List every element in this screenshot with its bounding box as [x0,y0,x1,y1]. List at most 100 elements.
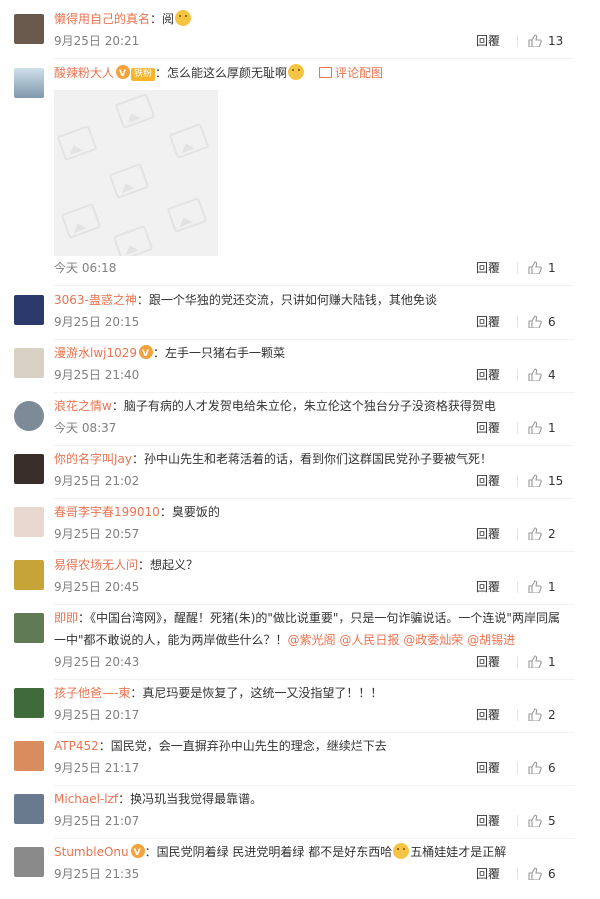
comment-time: 9月25日 21:35 [54,867,140,881]
fan-badge: 铁粉 [131,68,156,81]
like-button[interactable]: 6 [528,759,574,777]
comment-text: ：想起义？ [138,558,199,572]
like-count: 1 [548,261,556,275]
like-count: 6 [548,867,556,881]
comment-time: 9月25日 20:17 [54,708,140,722]
username[interactable]: 春哥李宇春199010 [54,505,160,519]
divider [517,528,518,540]
avatar[interactable] [14,688,44,718]
mention-link[interactable]: @胡锡进 [467,633,515,647]
like-count: 1 [548,580,556,594]
like-button[interactable]: 13 [528,32,574,50]
username[interactable]: 漫游水lwj1029 [54,346,137,360]
like-button[interactable]: 2 [528,525,574,543]
comment-text-continued: 五桶娃娃才是正解 [410,845,507,859]
thumbs-up-icon [528,315,542,328]
like-count: 1 [548,421,556,435]
avatar[interactable] [14,507,44,537]
username[interactable]: 孩子他爸—-東 [54,686,130,700]
comment-time: 9月25日 21:02 [54,474,140,488]
username[interactable]: StumbleOnu [54,845,129,859]
comment-text: ：国民党阴着绿 民进党明着绿 都不是好东西哈 [144,845,393,859]
avatar[interactable] [14,454,44,484]
reply-button[interactable]: 回覆 [476,706,500,724]
like-count: 6 [548,761,556,775]
username[interactable]: ATP452 [54,739,99,753]
like-button[interactable]: 5 [528,812,574,830]
vip-badge-icon [139,345,154,362]
avatar[interactable] [14,348,44,378]
username[interactable]: 3063-蛊惑之神 [54,293,137,307]
username[interactable]: 浪花之情w [54,399,112,413]
like-button[interactable]: 6 [528,865,574,883]
verified-badge-icon [116,65,131,82]
avatar[interactable] [14,68,44,98]
like-button[interactable]: 1 [528,653,574,671]
comment-time: 9月25日 20:43 [54,655,140,669]
reply-button[interactable]: 回覆 [476,32,500,50]
reply-button[interactable]: 回覆 [476,472,500,490]
divider [517,762,518,774]
like-count: 6 [548,315,556,329]
vip-badge-icon [130,844,145,861]
comment-time: 今天 06:18 [54,261,117,275]
username[interactable]: 易得农场无人问 [54,558,138,572]
username[interactable]: 酸辣粉大人 [54,66,114,80]
divider [54,339,574,340]
like-button[interactable]: 6 [528,313,574,331]
reply-button[interactable]: 回覆 [476,366,500,384]
avatar[interactable] [14,741,44,771]
comment-text: ：国民党，会一直摒弃孙中山先生的理念，继续烂下去 [98,739,387,753]
like-button[interactable]: 4 [528,366,574,384]
avatar[interactable] [14,794,44,824]
avatar[interactable] [14,847,44,877]
like-button[interactable]: 1 [528,259,574,277]
avatar[interactable] [14,14,44,44]
reply-button[interactable]: 回覆 [476,525,500,543]
comment-time: 9月25日 20:15 [54,315,140,329]
like-button[interactable]: 15 [528,472,574,490]
like-button[interactable]: 1 [528,578,574,596]
like-count: 2 [548,527,556,541]
mention-link[interactable]: @人民日报 [339,633,399,647]
reply-button[interactable]: 回覆 [476,313,500,331]
like-button[interactable]: 2 [528,706,574,724]
thumbs-up-icon [528,580,542,593]
mention-link[interactable]: @紫光阁 [288,633,336,647]
thumbs-up-icon [528,421,542,434]
comment-time: 9月25日 20:45 [54,580,140,594]
reply-button[interactable]: 回覆 [476,865,500,883]
avatar[interactable] [14,613,44,643]
comment-image-link[interactable]: 评论配图 [319,66,383,80]
divider [517,475,518,487]
reply-button[interactable]: 回覆 [476,653,500,671]
avatar[interactable] [14,401,44,431]
reply-button[interactable]: 回覆 [476,578,500,596]
reply-button[interactable]: 回覆 [476,812,500,830]
like-count: 5 [548,814,556,828]
mention-link[interactable]: @政委灿荣 [403,633,463,647]
username[interactable]: Michael-lzf [54,792,118,806]
comment-text: ：《中国台湾网》，醒醒！死猪(朱)的"做比说重要"，只是一句诈骗说话。一个连说"… [78,611,560,625]
thumbs-up-icon [528,655,542,668]
comment-text: ：孙中山先生和老蒋活着的话，看到你们这群国民党孙子要被气死！ [132,452,493,466]
divider [54,732,574,733]
username[interactable]: 即即 [54,611,78,625]
thumbs-up-icon [528,527,542,540]
divider [517,316,518,328]
reply-button[interactable]: 回覆 [476,259,500,277]
avatar[interactable] [14,560,44,590]
like-count: 2 [548,708,556,722]
username[interactable]: 你的名字叫Jay [54,452,132,466]
like-button[interactable]: 1 [528,419,574,437]
thumbs-up-icon [528,474,542,487]
divider [517,422,518,434]
avatar[interactable] [14,295,44,325]
reply-button[interactable]: 回覆 [476,419,500,437]
comment-image-placeholder[interactable] [54,90,218,256]
username[interactable]: 懒得用自己的真名 [54,12,150,26]
reply-button[interactable]: 回覆 [476,759,500,777]
divider [517,35,518,47]
image-icon [319,67,333,78]
thumbs-up-icon [528,814,542,827]
